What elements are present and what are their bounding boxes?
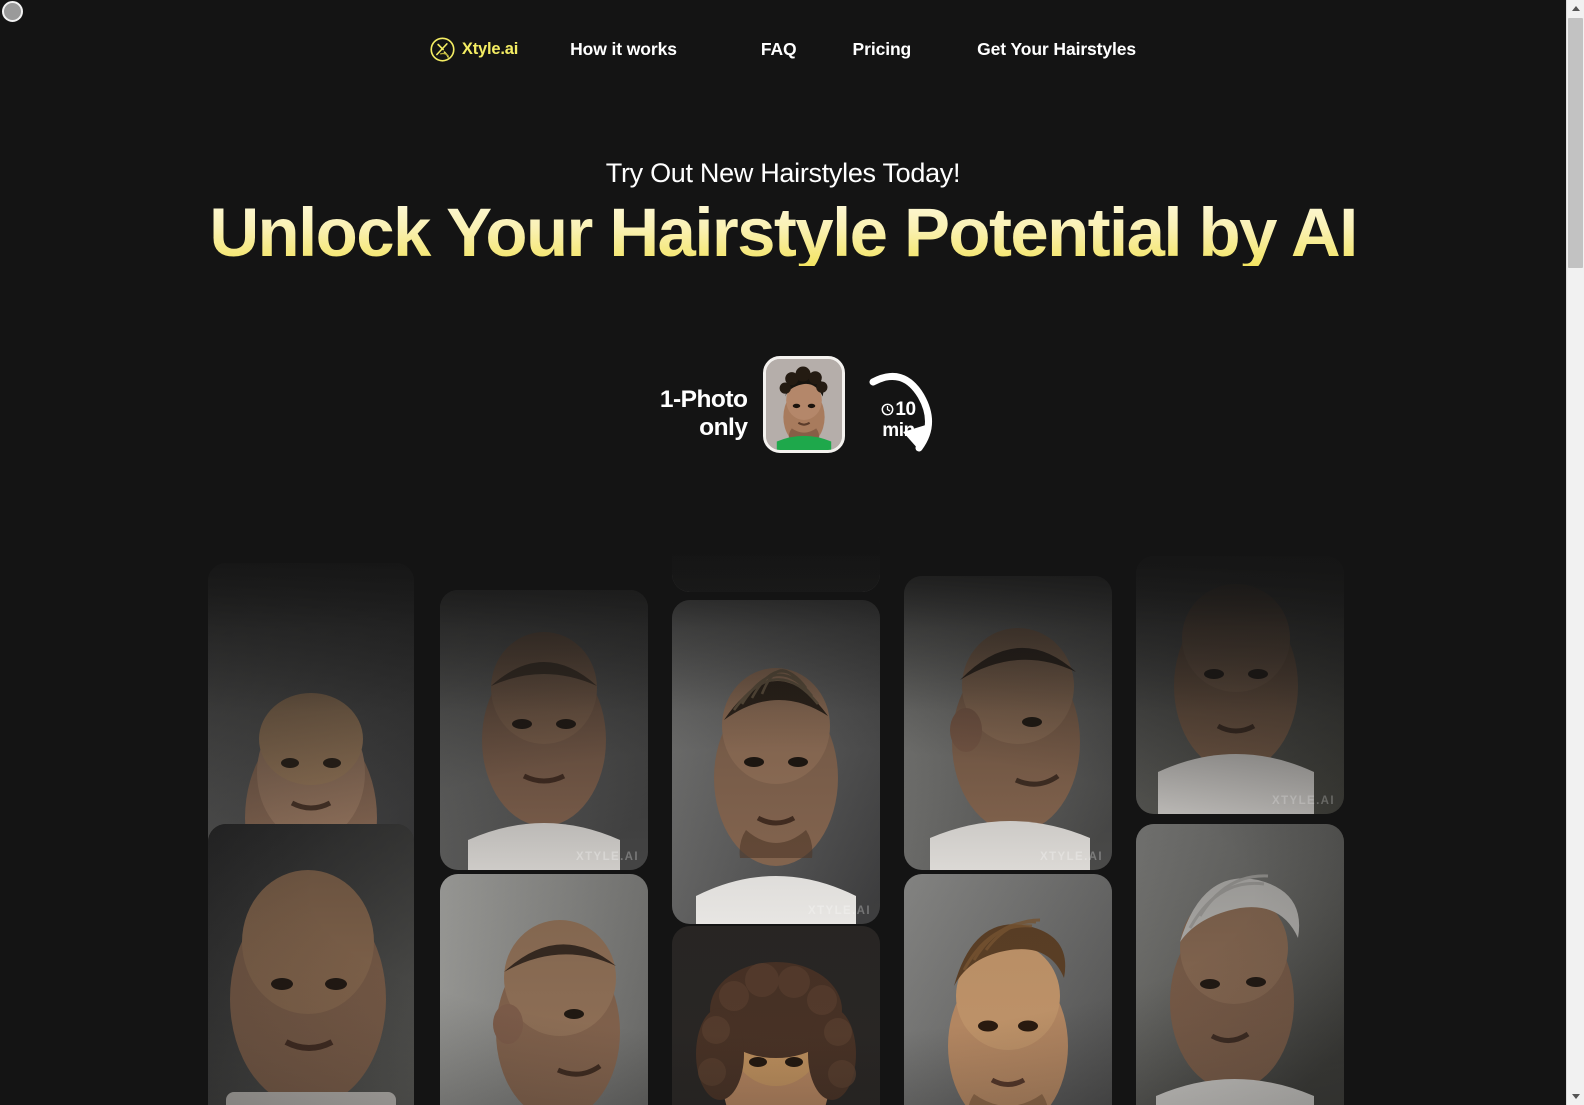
scroll-up-button[interactable] [1567,0,1584,17]
clock-icon [881,403,894,416]
nav-link-pricing[interactable]: Pricing [853,33,912,66]
nav-link-get-your-hairstyles[interactable]: Get Your Hairstyles [977,33,1136,66]
user-portrait-thumbnail[interactable] [762,356,845,453]
processing-time-text: 10 min [868,399,930,441]
gallery-card[interactable]: XTYLE.AI [904,874,1112,1105]
top-navigation: Xtyle.ai How it works FAQ Pricing Get Yo… [0,0,1566,98]
xtyle-logo-icon [430,36,455,62]
scrollbar-thumb[interactable] [1568,18,1583,268]
hero-eyebrow: Try Out New Hairstyles Today! [605,158,961,188]
gallery-card[interactable]: XTYLE.AI [208,563,414,863]
gallery-card[interactable]: XTYLE.AI [672,926,880,1105]
hero-feature-row: 1-Photo only 10 min [0,356,1566,486]
gallery-card[interactable]: XTYLE.AI [1136,556,1344,814]
gallery-card[interactable]: XTYLE.AI [208,824,414,1105]
brand-logo[interactable]: Xtyle.ai [430,36,519,62]
scroll-down-arrow-icon [1571,1094,1580,1099]
nav-link-how-it-works[interactable]: How it works [570,33,677,66]
page-title: Unlock Your Hairstyle Potential by AI [153,198,1413,267]
portrait-image [765,359,842,450]
gallery-card[interactable]: XTYLE.AI [904,576,1112,870]
hairstyle-gallery: XTYLE.AI XTYLE.AI XTYLE.AI XTYLE.AI [0,508,1566,1105]
gallery-card[interactable]: XTYLE.AI [440,874,648,1105]
vertical-scrollbar[interactable] [1566,0,1584,1105]
gallery-card[interactable]: XTYLE.AI [1136,824,1344,1105]
cursor-indicator [2,1,23,22]
scroll-down-button[interactable] [1567,1088,1584,1105]
processing-time-unit: min [882,420,915,441]
brand-name: Xtyle.ai [461,39,519,58]
gallery-card[interactable] [672,526,880,592]
scroll-up-arrow-icon [1571,6,1580,11]
one-photo-label: 1-Photo only [659,386,748,441]
processing-time-badge: 10 min [863,356,937,466]
processing-time-value: 10 [895,399,916,420]
gallery-card[interactable]: XTYLE.AI [440,590,648,870]
page-viewport: XTYLE.AI XTYLE.AI XTYLE.AI XTYLE.AI Xtyl… [0,0,1566,1105]
gallery-card[interactable]: XTYLE.AI [672,600,880,924]
nav-link-faq[interactable]: FAQ [761,33,797,66]
